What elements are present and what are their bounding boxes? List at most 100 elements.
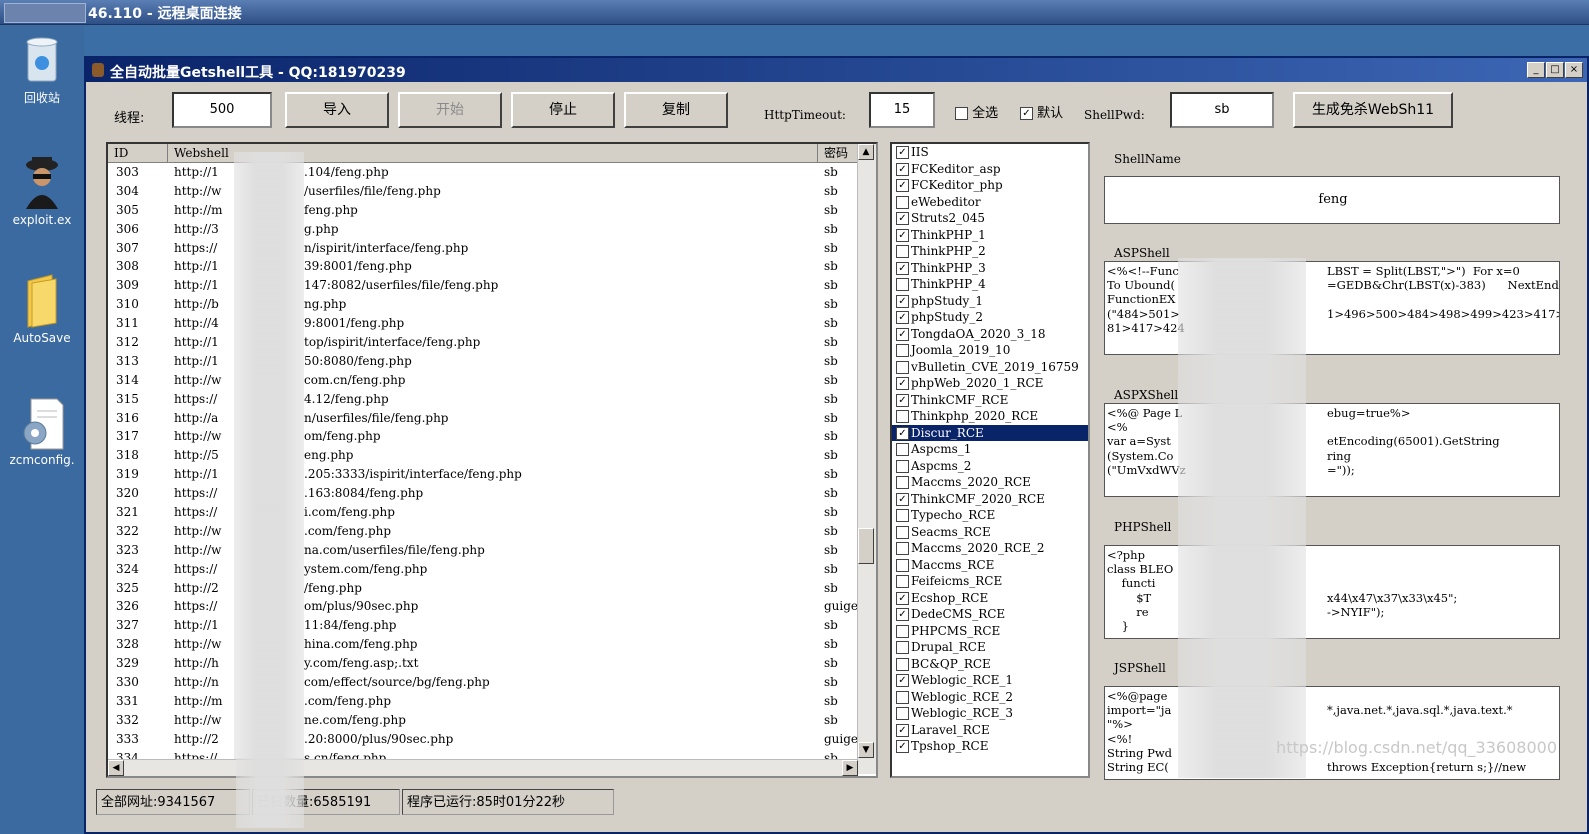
shellname-input[interactable]: feng [1104,176,1560,224]
desktop-icon-zcmconfig[interactable]: zcmconfig. [0,397,84,467]
default-checkbox[interactable]: ✓ 默认 [1020,102,1063,121]
remote-desktop-titlebar[interactable]: 46.110 - 远程桌面连接 [0,0,1589,25]
table-row[interactable]: 307 https:// n/ispirit/interface/feng.php s… [108,239,858,258]
exploit-checkbox[interactable] [896,344,909,357]
table-row[interactable]: 324 https:// ystem.com/feng.php sb [108,560,858,579]
exploit-item[interactable]: ✓ ThinkCMF_2020_RCE [892,491,1088,508]
exploit-item[interactable]: Joomla_2019_10 [892,342,1088,359]
exploit-item[interactable]: ✓ ThinkPHP_3 [892,260,1088,277]
exploit-item[interactable]: Weblogic_RCE_2 [892,689,1088,706]
table-row[interactable]: 315 https:// 4.12/feng.php sb [108,390,858,409]
exploit-checkbox[interactable] [896,443,909,456]
exploit-checkbox[interactable]: ✓ [896,179,909,192]
exploit-checkbox[interactable] [896,245,909,258]
exploit-checkbox[interactable]: ✓ [896,674,909,687]
exploit-item[interactable]: ✓ TongdaOA_2020_3_18 [892,326,1088,343]
exploit-checkbox[interactable]: ✓ [896,327,909,341]
exploit-item[interactable]: ThinkPHP_4 [892,276,1088,293]
exploit-checkbox[interactable]: ✓ [896,492,909,506]
exploit-item[interactable]: PHPCMS_RCE [892,623,1088,640]
exploit-checkbox[interactable]: ✓ [896,393,909,407]
exploit-checkbox[interactable]: ✓ [896,146,909,159]
exploit-checkbox[interactable] [896,657,909,671]
start-button[interactable]: 开始 [398,92,502,128]
column-header-id[interactable]: ID [108,144,168,162]
exploit-checkbox[interactable] [896,690,909,704]
table-row[interactable]: 313 http://1 50:8080/feng.php sb [108,352,858,371]
exploit-checkbox[interactable] [896,641,909,654]
exploit-item[interactable]: ✓ ThinkPHP_1 [892,227,1088,244]
shellpwd-input[interactable]: sb [1170,92,1274,128]
aspxshell-textarea[interactable]: <%@ Page L <% var a=Syst (System.Co ("Um… [1104,403,1560,497]
exploit-item[interactable]: ✓ Weblogic_RCE_1 [892,672,1088,689]
exploit-checklist[interactable]: ✓ IIS ✓ FCKeditor_asp ✓ FCKeditor_php eWebedit… [890,142,1090,778]
exploit-item[interactable]: ✓ Laravel_RCE [892,722,1088,739]
exploit-item[interactable]: ✓ phpStudy_1 [892,293,1088,310]
table-row[interactable]: 329 http://h y.com/feng.asp;.txt sb [108,654,858,673]
exploit-checkbox[interactable] [896,410,909,423]
table-row[interactable]: 303 http://1 .104/feng.php sb [108,163,858,182]
timeout-input[interactable]: 15 [869,92,935,128]
desktop-icon-recycle-bin[interactable]: 回收站 [0,33,84,106]
exploit-item[interactable]: ✓ Ecshop_RCE [892,590,1088,607]
table-row[interactable]: 321 https:// i.com/feng.php sb [108,503,858,522]
table-row[interactable]: 330 http://n com/effect/source/bg/feng.php… [108,673,858,692]
exploit-checkbox[interactable]: ✓ [896,228,909,242]
exploit-item[interactable]: Maccms_2020_RCE [892,474,1088,491]
table-row[interactable]: 317 http://w om/feng.php sb [108,427,858,446]
desktop-icon-exploit[interactable]: exploit.ex [0,153,84,227]
exploit-item[interactable]: Typecho_RCE [892,507,1088,524]
table-row[interactable]: 314 http://w com.cn/feng.php sb [108,371,858,390]
table-row[interactable]: 304 http://w/userfiles/file/feng.php sb [108,182,858,201]
table-row[interactable]: 328 http://w hina.com/feng.php sb [108,635,858,654]
exploit-item[interactable]: Seacms_RCE [892,524,1088,541]
exploit-item[interactable]: BC&QP_RCE [892,656,1088,673]
exploit-checkbox[interactable] [896,278,909,291]
scroll-thumb[interactable] [858,528,874,564]
exploit-item[interactable]: Drupal_RCE [892,639,1088,656]
exploit-item[interactable]: Maccms_RCE [892,557,1088,574]
table-row[interactable]: 331 http://m .com/feng.php sb [108,692,858,711]
column-header-password[interactable]: 密码 [818,144,858,162]
exploit-checkbox[interactable] [896,558,909,572]
exploit-item[interactable]: ✓ FCKeditor_php [892,177,1088,194]
exploit-checkbox[interactable]: ✓ [896,591,909,605]
table-row[interactable]: 323 http://w na.com/userfiles/file/feng.ph… [108,541,858,560]
threads-input[interactable]: 500 [172,92,272,128]
exploit-item[interactable]: ✓ ThinkCMF_RCE [892,392,1088,409]
exploit-item[interactable]: ✓ Tpshop_RCE [892,738,1088,755]
exploit-item[interactable]: Thinkphp_2020_RCE [892,408,1088,425]
exploit-item[interactable]: ✓ Discur_RCE [892,424,1088,441]
stop-button[interactable]: 停止 [511,92,615,128]
exploit-checkbox[interactable] [896,195,909,209]
webshell-list[interactable]: ID Webshell 密码 303 http://1 .104/feng.php s… [106,142,878,778]
table-row[interactable]: 320 https:// .163:8084/feng.php sb [108,484,858,503]
exploit-checkbox[interactable]: ✓ [896,311,909,324]
scroll-down-icon[interactable]: ▼ [858,742,874,758]
table-row[interactable]: 308 http://1 39:8001/feng.php sb [108,257,858,276]
table-row[interactable]: 322 http://w .com/feng.php sb [108,522,858,541]
exploit-checkbox[interactable] [896,707,909,720]
exploit-item[interactable]: ✓ Struts2_045 [892,210,1088,227]
exploit-item[interactable]: ✓ phpWeb_2020_1_RCE [892,375,1088,392]
table-row[interactable]: 325 http://2/feng.php sb [108,579,858,598]
table-row[interactable]: 316 http://a n/userfiles/file/feng.php sb [108,409,858,428]
horizontal-scrollbar[interactable]: ◀ ▶ [108,759,858,776]
window-titlebar[interactable]: 全自动批量Getshell工具 - QQ:181970239 _ □ × [86,58,1587,82]
table-row[interactable]: 319 http://1 .205:3333/ispirit/interface/f… [108,465,858,484]
scroll-up-icon[interactable]: ▲ [858,144,874,160]
scroll-left-icon[interactable]: ◀ [108,760,124,776]
exploit-item[interactable]: eWebeditor [892,194,1088,211]
exploit-checkbox[interactable] [896,525,909,539]
exploit-checkbox[interactable]: ✓ [896,723,909,737]
select-all-checkbox[interactable]: 全选 [955,102,998,121]
exploit-item[interactable]: Feifeicms_RCE [892,573,1088,590]
minimize-button[interactable]: _ [1527,62,1545,78]
exploit-checkbox[interactable] [896,542,909,555]
jspshell-textarea[interactable]: <%@page import="ja "%> <%! String Pwd St… [1104,686,1560,780]
exploit-item[interactable]: Aspcms_2 [892,458,1088,475]
exploit-item[interactable]: ✓ phpStudy_2 [892,309,1088,326]
exploit-item[interactable]: Maccms_2020_RCE_2 [892,540,1088,557]
close-button[interactable]: × [1565,62,1583,78]
aspshell-textarea[interactable]: <%<!--Func To Ubound( FunctionEX ("484>5… [1104,261,1560,355]
